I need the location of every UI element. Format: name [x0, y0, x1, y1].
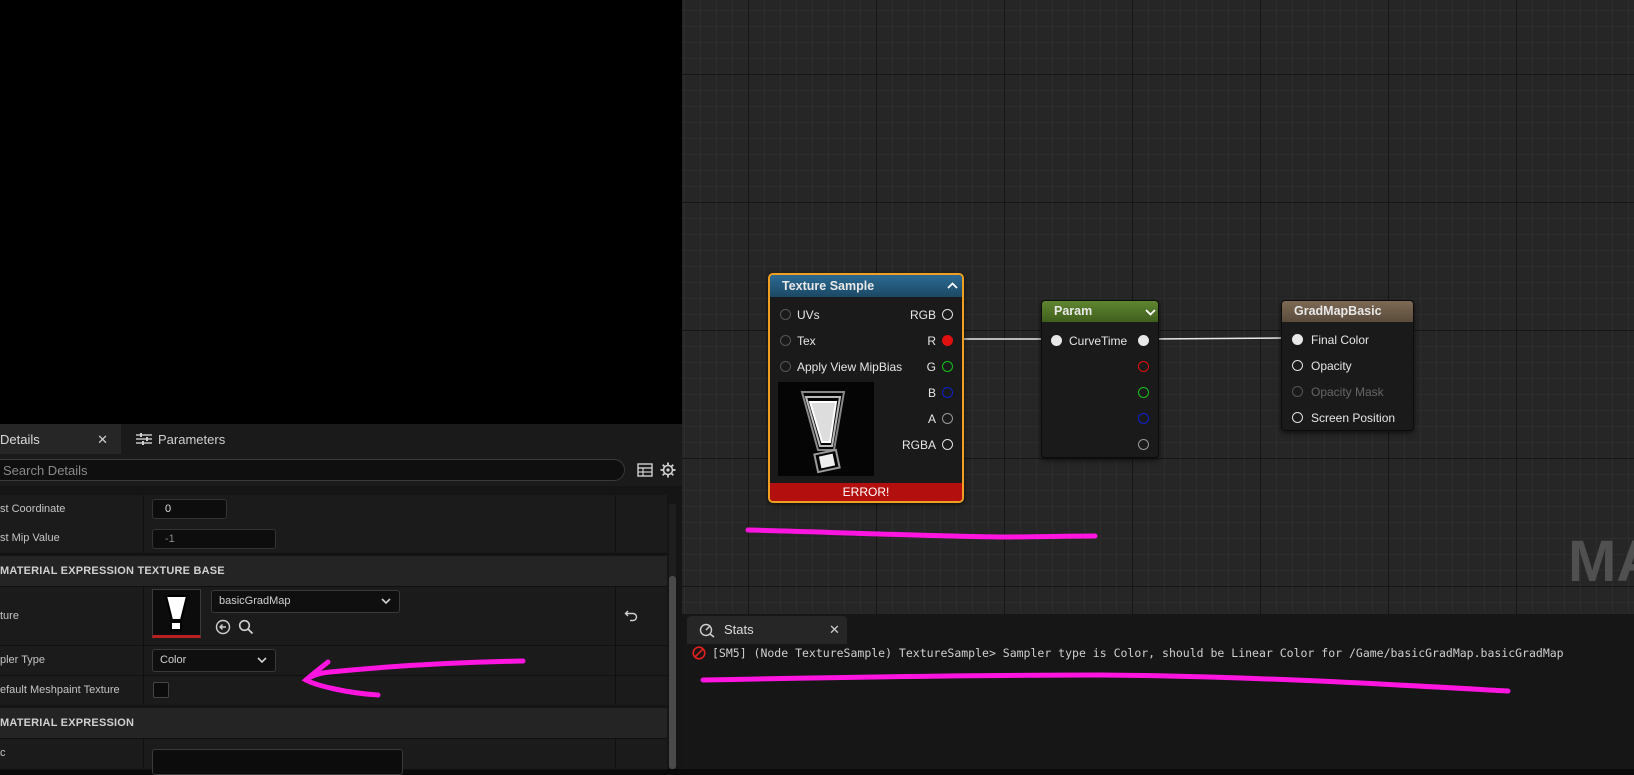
stats-icon: [699, 623, 715, 638]
tab-details-label: Details: [0, 431, 40, 447]
const-coordinate-input[interactable]: 0: [152, 499, 227, 519]
pin-label: CurveTime: [1069, 334, 1128, 348]
details-search-row: Search Details: [0, 454, 682, 486]
meshpaint-checkbox[interactable]: [153, 682, 169, 698]
desc-input[interactable]: [152, 749, 403, 775]
pin-label: Apply View MipBias: [797, 360, 903, 374]
table-view-icon[interactable]: [637, 462, 653, 478]
r-output-pin[interactable]: [942, 335, 953, 346]
texture-asset-combo[interactable]: basicGradMap: [211, 590, 400, 613]
param-b-output-pin[interactable]: [1138, 413, 1149, 424]
node-title: Texture Sample: [770, 275, 962, 297]
b-output-pin[interactable]: [942, 387, 953, 398]
a-output-pin[interactable]: [942, 413, 953, 424]
stats-error-message: [SM5] (Node TextureSample) TextureSample…: [712, 646, 1564, 660]
pin-label: Final Color: [1311, 333, 1370, 347]
uvs-input-pin[interactable]: [780, 309, 791, 320]
property-row-texture: ture basicGradMap: [0, 587, 667, 646]
texture-asset-value: basicGradMap: [219, 595, 291, 607]
material-graph[interactable]: Texture Sample UVs Tex Apply View MipBia…: [682, 0, 1634, 614]
pin-label: Tex: [797, 334, 816, 348]
graph-watermark: MA: [1568, 529, 1634, 594]
tab-parameters[interactable]: Parameters: [131, 424, 261, 454]
details-tab-bar: Details ✕ Parameters: [0, 424, 682, 455]
pin-label: R: [927, 334, 936, 348]
gear-icon[interactable]: [660, 462, 676, 478]
pin-label: Screen Position: [1311, 411, 1396, 425]
curvetime-input-pin[interactable]: [1051, 335, 1062, 346]
error-icon: [692, 646, 706, 660]
reset-to-default-icon[interactable]: [624, 608, 638, 622]
node-title: GradMapBasic: [1282, 301, 1413, 322]
category-material-expression[interactable]: MATERIAL EXPRESSION: [0, 708, 667, 739]
material-preview-viewport[interactable]: [0, 0, 682, 424]
param-node[interactable]: Param CurveTime: [1041, 300, 1159, 458]
property-row-const-coordinate: st Coordinate 0: [0, 495, 667, 525]
opacity-input-pin[interactable]: [1292, 360, 1303, 371]
property-row-sampler-type: pler Type Color: [0, 646, 667, 676]
tab-parameters-label: Parameters: [158, 431, 226, 447]
use-selected-asset-icon[interactable]: [215, 619, 231, 635]
texture-preview: [778, 382, 874, 476]
const-mip-input[interactable]: -1: [152, 529, 276, 549]
rgba-output-pin[interactable]: [942, 439, 953, 450]
sliders-icon: [136, 433, 152, 445]
details-panel: Details ✕ Parameters Search Details st C…: [0, 424, 682, 775]
param-output-pin[interactable]: [1138, 335, 1149, 346]
screen-position-input-pin[interactable]: [1292, 412, 1303, 423]
search-details-input[interactable]: Search Details: [0, 459, 625, 481]
category-label: MATERIAL EXPRESSION TEXTURE BASE: [0, 565, 225, 577]
warning-texture-icon: [164, 595, 189, 631]
chevron-down-icon: [381, 598, 391, 605]
error-banner: ERROR!: [770, 483, 962, 501]
param-r-output-pin[interactable]: [1138, 361, 1149, 372]
param-a-output-pin[interactable]: [1138, 439, 1149, 450]
sampler-type-value: Color: [160, 654, 187, 666]
pin-label: RGB: [909, 308, 936, 322]
chevron-down-icon: [257, 657, 267, 664]
texture-thumbnail[interactable]: [152, 589, 201, 638]
chevron-down-icon[interactable]: [1145, 307, 1156, 317]
property-row-desc: c: [0, 739, 667, 775]
pin-label: A: [927, 412, 936, 426]
pin-label: UVs: [797, 308, 820, 322]
close-icon[interactable]: ✕: [97, 432, 108, 448]
warning-texture-icon: [800, 391, 846, 474]
pin-label: Opacity: [1311, 359, 1352, 373]
property-label: pler Type: [0, 654, 46, 666]
search-icon[interactable]: [238, 619, 254, 635]
mipbias-input-pin[interactable]: [780, 361, 791, 372]
g-output-pin[interactable]: [942, 361, 953, 372]
category-texture-base[interactable]: MATERIAL EXPRESSION TEXTURE BASE: [0, 556, 667, 587]
property-label: st Coordinate: [0, 503, 66, 515]
pin-label: Opacity Mask: [1311, 385, 1384, 399]
stats-panel: Stats ✕ [SM5] (Node TextureSample) Textu…: [682, 614, 1634, 769]
pin-label: RGBA: [901, 438, 936, 452]
param-g-output-pin[interactable]: [1138, 387, 1149, 398]
sampler-type-combo[interactable]: Color: [152, 649, 276, 672]
tab-stats-label: Stats: [724, 622, 754, 637]
close-icon[interactable]: ✕: [829, 622, 840, 638]
collapse-chevron-icon[interactable]: [947, 281, 958, 291]
gradmap-result-node[interactable]: GradMapBasic Final Color Opacity Opacity…: [1281, 300, 1414, 431]
property-label: efault Meshpaint Texture: [0, 684, 120, 696]
opacity-mask-input-pin[interactable]: [1292, 386, 1303, 397]
property-row-const-mip: st Mip Value -1: [0, 524, 667, 554]
node-title: Param: [1042, 301, 1158, 322]
texture-sample-node[interactable]: Texture Sample UVs Tex Apply View MipBia…: [768, 273, 964, 503]
rgb-output-pin[interactable]: [942, 309, 953, 320]
property-label: ture: [0, 610, 19, 622]
tab-stats[interactable]: Stats ✕: [687, 616, 847, 644]
tab-details[interactable]: Details ✕: [0, 424, 121, 454]
pin-label: G: [926, 360, 936, 374]
category-label: MATERIAL EXPRESSION: [0, 717, 135, 729]
property-label: st Mip Value: [0, 532, 60, 544]
property-row-meshpaint: efault Meshpaint Texture: [0, 676, 667, 706]
tex-input-pin[interactable]: [780, 335, 791, 346]
pin-label: B: [927, 386, 936, 400]
property-label: c: [0, 747, 6, 759]
final-color-input-pin[interactable]: [1292, 334, 1303, 345]
details-scrollbar-thumb[interactable]: [669, 576, 676, 769]
